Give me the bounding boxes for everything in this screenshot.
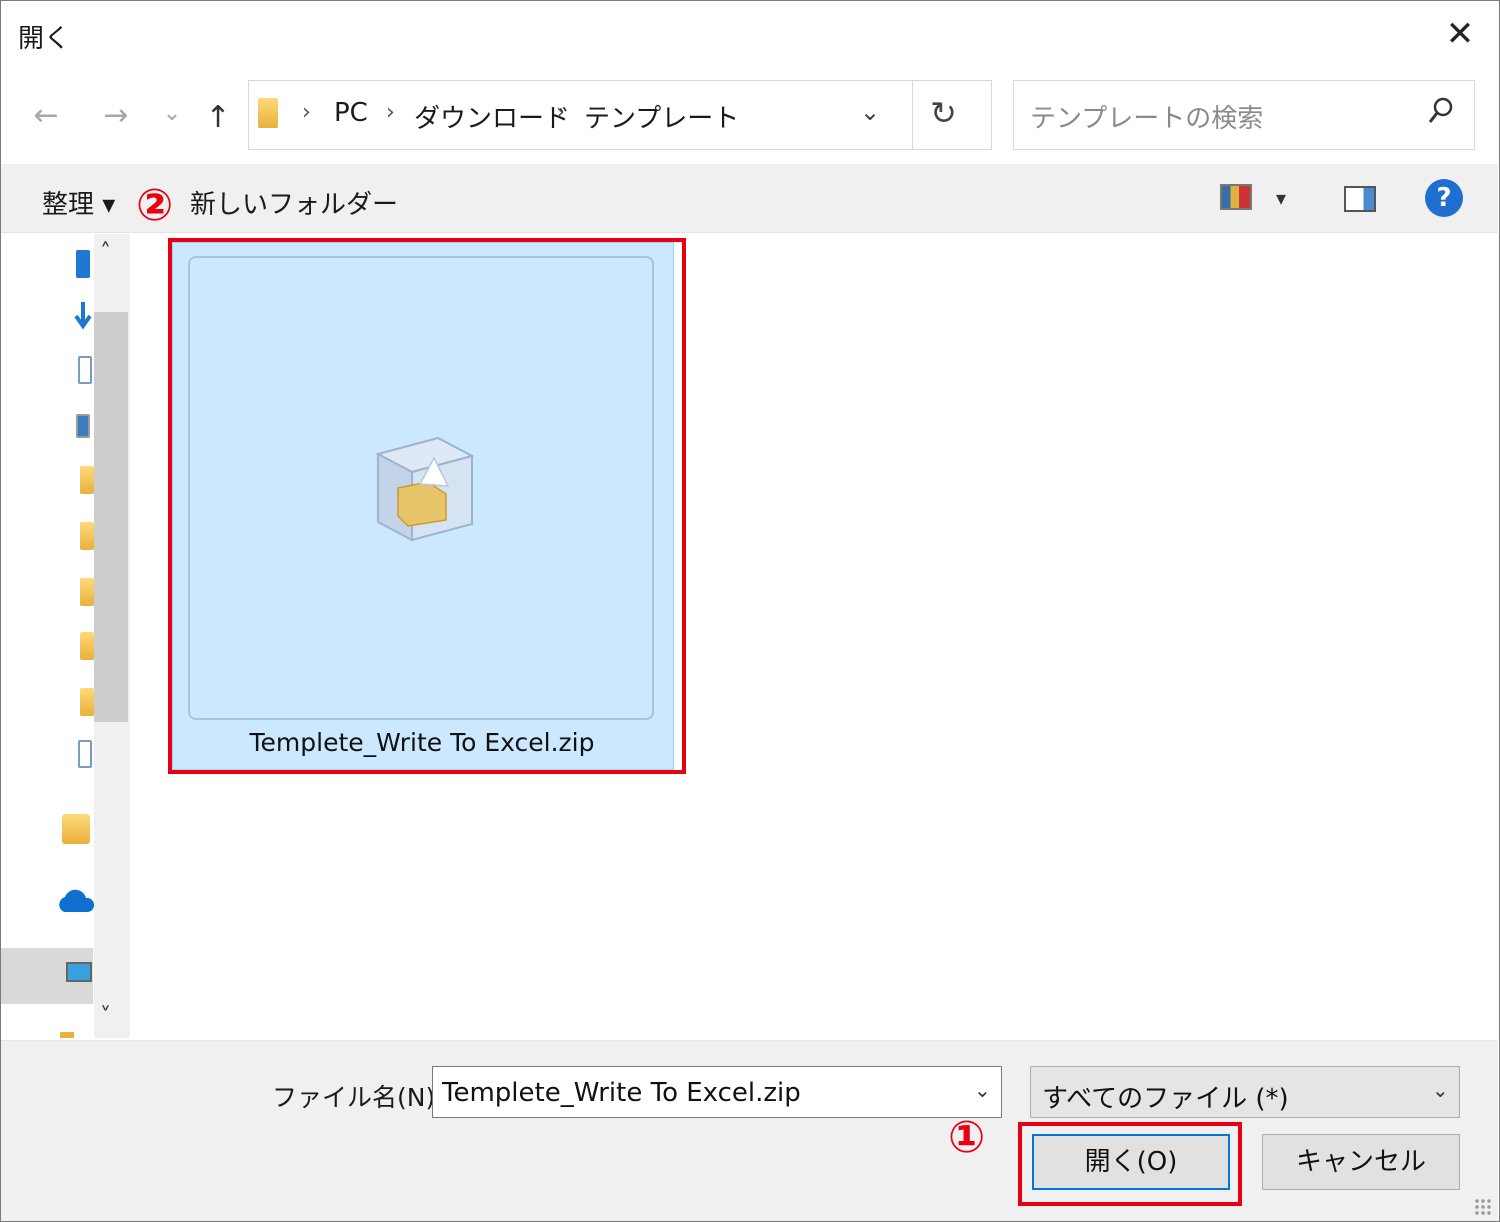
filename-dropdown-chevron-icon[interactable]: ⌄ [974,1078,991,1102]
creative-cloud-folder-icon[interactable] [62,814,90,844]
address-dropdown-chevron-icon[interactable]: ⌄ [860,98,880,126]
breadcrumb-template[interactable]: テンプレート [584,98,739,135]
search-icon[interactable] [1428,96,1454,126]
dialog-title: 開く [18,24,71,54]
search-placeholder: テンプレートの検索 [1030,104,1264,134]
breadcrumb-separator: › [386,100,395,125]
folder-icon[interactable] [80,522,94,550]
filetype-value[interactable]: すべてのファイル (*) [1042,1078,1289,1115]
folder-icon[interactable] [80,632,94,660]
filename-label: ファイル名(N): [272,1083,444,1112]
forward-arrow-icon[interactable]: → [96,96,136,136]
organize-menu-button[interactable]: 整理 ▾ [42,184,115,221]
filename-value[interactable]: Templete_Write To Excel.zip [442,1078,801,1108]
downloads-icon[interactable] [74,300,92,330]
view-mode-icon[interactable] [1220,184,1252,210]
highlight-box-file [168,238,686,774]
documents-icon[interactable] [78,356,92,384]
folder-icon[interactable] [80,578,94,606]
up-arrow-icon[interactable]: ↑ [198,98,238,138]
onedrive-cloud-icon[interactable] [56,888,94,914]
scroll-up-chevron-icon[interactable]: ˄ [100,240,111,265]
folder-icon [258,98,278,128]
view-options-dropdown[interactable]: ▾ [1276,186,1286,210]
this-pc-monitor-icon[interactable] [66,962,92,982]
breadcrumb-separator: › [556,100,565,125]
close-icon[interactable]: ✕ [1440,14,1480,54]
resize-grip-icon[interactable] [1474,1198,1492,1216]
annotation-step-1: ① [948,1112,986,1163]
open-button[interactable]: 開く(O) [1032,1134,1230,1190]
pictures-icon[interactable] [76,414,90,438]
breadcrumb-downloads[interactable]: ダウンロード [414,98,570,135]
folder-icon[interactable] [80,466,94,494]
breadcrumb-pc[interactable]: PC [334,98,368,128]
scrollbar-thumb[interactable] [94,312,128,722]
back-arrow-icon[interactable]: ← [26,96,66,136]
cancel-button[interactable]: キャンセル [1262,1134,1460,1190]
new-folder-button[interactable]: 新しいフォルダー [190,184,398,221]
breadcrumb-separator: › [302,100,311,125]
address-divider [912,80,913,150]
filetype-chevron-icon[interactable]: ⌄ [1432,1078,1449,1102]
refresh-icon[interactable]: ↻ [930,94,957,132]
folder-icon[interactable] [80,688,94,716]
help-icon[interactable]: ? [1425,179,1463,217]
scroll-down-chevron-icon[interactable]: ˅ [100,1004,111,1029]
annotation-step-2: ② [136,180,174,231]
recent-locations-chevron-icon[interactable]: ⌄ [152,94,192,134]
document-icon[interactable] [78,740,92,768]
preview-pane-icon[interactable] [1344,186,1376,212]
desktop-icon[interactable] [76,250,90,278]
folder-icon[interactable] [60,1032,74,1038]
